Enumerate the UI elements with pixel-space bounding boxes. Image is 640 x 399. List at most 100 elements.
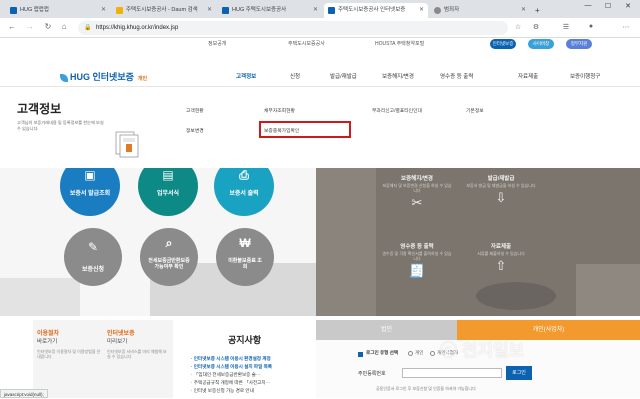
login-option-radio-1[interactable] (408, 351, 413, 356)
guide-procedure[interactable]: 이용절차 바로가기 인터넷보증 이용절차 및 이용방법을 안내합니다 (37, 328, 101, 359)
notice-text: · 인터넷보증 시스템 이용시 설치 파일 목록 (191, 364, 273, 369)
submenu-basic-info[interactable]: 기본정보 (466, 107, 484, 114)
guide-desc: 인터넷보증 서비스를 미리 체험해 보실 수 있습니다 (107, 349, 167, 359)
printer-icon: ⎙ (239, 168, 249, 182)
quick-return-check[interactable]: ⌕ 전세보증금반환보증 가능여부 확인 (140, 228, 198, 286)
section-title: 고객정보 (17, 102, 62, 116)
tab-favicon-icon (434, 7, 441, 14)
hug-logo-icon (60, 73, 68, 82)
profile-icon[interactable]: ● (585, 23, 597, 30)
service-issue[interactable]: 발급/재발급 보증서 발급 및 재발급을 하실 수 있습니다 ⇩ (466, 174, 536, 206)
guide-preview[interactable]: 인터넷보증 미리보기 인터넷보증 서비스를 미리 체험해 보실 수 있습니다 (107, 328, 169, 359)
tab-favicon-icon (328, 7, 335, 14)
star-icon[interactable]: ☆ (512, 23, 524, 31)
quick-label: 업무서식 (156, 191, 180, 197)
tab-favicon-icon (222, 7, 229, 14)
top-button-cyber[interactable]: 사이버창 (528, 39, 554, 49)
service-title: 자료제출 (490, 244, 512, 250)
login-help-text: 공동인증서 로그인 후 보증신청 및 인증을 하셔야 가능합니다 (376, 386, 476, 391)
close-window-icon[interactable]: ✕ (618, 2, 638, 10)
menu-icon[interactable]: ⋯ (620, 23, 632, 31)
site-logo[interactable]: HUG 인터넷보증 개인 (60, 70, 147, 83)
extensions-icon[interactable]: ⚙ (530, 23, 542, 31)
login-tab-corporate[interactable]: 법인 (316, 320, 457, 340)
service-submit[interactable]: 자료제출 서류를 제출하실 수 있습니다 ⇧ (466, 242, 536, 274)
highlight-box (259, 121, 351, 138)
notice-text: · 주택공급규칙 개정에 따른 「사전고지··· (191, 380, 271, 385)
login-type-checkbox[interactable] (358, 352, 363, 357)
browser-tab-5[interactable]: 범죄자 ✕ (430, 3, 530, 18)
browser-tab-1[interactable]: HUG 럽럽럽 ✕ (6, 3, 110, 18)
won-icon: ₩ (239, 236, 251, 250)
browser-tab-4-active[interactable]: 주택도시보증공사 인터넷보증 ✕ (324, 3, 428, 18)
minimize-icon[interactable]: — (578, 2, 598, 9)
maximize-icon[interactable]: ☐ (598, 2, 618, 10)
reload-icon[interactable]: ↻ (42, 22, 54, 31)
forward-icon[interactable]: → (24, 22, 36, 31)
login-button[interactable]: 로그인 (506, 366, 532, 380)
new-tab-button[interactable]: + (532, 3, 546, 18)
tab-close-icon[interactable]: ✕ (207, 3, 212, 18)
gnb-claim[interactable]: 보증이행청구 (570, 72, 600, 80)
submenu-info-change[interactable]: 정보변경 (186, 127, 204, 134)
browser-tab-2[interactable]: 주택도시보증공사 - Daum 검색 ✕ (112, 3, 216, 18)
id-input[interactable] (402, 368, 502, 378)
top-link-info[interactable]: 정보공개 (208, 40, 226, 47)
form-icon: ✎ (87, 240, 99, 254)
section-description: 고객님의 보증거래내용 및 등록정보를 한눈에 보실 수 있습니다. (17, 120, 104, 131)
tab-close-icon[interactable]: ✕ (313, 3, 318, 18)
logo-sub: 개인 (137, 76, 148, 82)
address-bar-row: ← → ↻ ⌂ 🔒 https://khig.khug.or.kr/index.… (0, 18, 640, 38)
quick-apply[interactable]: ✎ 보증신청 (64, 228, 122, 286)
tab-title: 범죄자 (444, 7, 460, 13)
tab-favicon-icon (10, 7, 17, 14)
search-doc-icon: ⌕ (165, 236, 173, 250)
gnb-issue[interactable]: 발급/재발급 (330, 72, 357, 80)
service-desc: 영수증 및 각종 확인서를 출력하실 수 있습니다 (382, 251, 452, 261)
upload-icon: ⇧ (495, 258, 507, 273)
quick-refund[interactable]: ₩ 미환불보증료 조회 (216, 228, 274, 286)
gnb-cancel-change[interactable]: 보증해지/변경 (382, 72, 414, 80)
url-text: https://khig.khug.or.kr/index.jsp (96, 25, 179, 31)
tab-title: 주택도시보증공사 - Daum 검색 (126, 7, 198, 13)
submenu-report[interactable]: 부과리신고/별표타인인대 (372, 107, 422, 114)
browser-tab-3[interactable]: HUG 주택도시보증공사 ✕ (218, 3, 322, 18)
gnb-customer-info[interactable]: 고객정보 (236, 72, 256, 80)
guide-title: 이용절차 (37, 331, 60, 337)
service-title: 영수증 등 출력 (400, 244, 434, 250)
top-link-housta[interactable]: HOUSTA 주택청약포털 (375, 40, 424, 47)
submenu-customer-status[interactable]: 고객현황 (186, 107, 204, 114)
service-desc: 보증서 발급 및 재발급을 하실 수 있습니다 (466, 183, 536, 188)
back-icon[interactable]: ← (6, 22, 18, 31)
tab-close-icon[interactable]: ✕ (419, 3, 424, 18)
service-cancel-change[interactable]: 보증해지/변경 보증해지 및 보증변경 신청을 하실 수 있습니다 ✂ (382, 174, 452, 211)
home-icon[interactable]: ⌂ (58, 22, 70, 31)
url-input[interactable]: 🔒 https://khig.khug.or.kr/index.jsp (78, 21, 508, 35)
document-stack-icon (115, 131, 139, 158)
gnb-submit[interactable]: 자료제출 (518, 72, 538, 80)
collections-icon[interactable]: ☰ (560, 23, 572, 31)
notice-item[interactable]: · 인터넷보증 시스템 이용시 설치 파일 목록 (191, 364, 272, 370)
login-option-1-label: 개인 (415, 350, 424, 355)
services-panel: 보증해지/변경 보증해지 및 보증변경 신청을 하실 수 있습니다 ✂ 발급/재… (316, 168, 640, 316)
top-button-gov[interactable]: 정부지원 (566, 39, 592, 49)
logo-text: HUG 인터넷보증 (70, 72, 134, 82)
submenu-debtor-status[interactable]: 채무자조회현황 (264, 107, 295, 114)
watermark-logo: ⓒ 천지일보 (440, 341, 525, 360)
service-receipt[interactable]: 영수증 등 출력 영수증 및 각종 확인서를 출력하실 수 있습니다 🧾 (382, 242, 452, 279)
guide-desc: 인터넷보증 이용절차 및 이용방법을 안내합니다 (37, 349, 101, 359)
notice-item[interactable]: · 주택공급규칙 개정에 따른 「사전고지··· (191, 380, 270, 386)
notice-item[interactable]: · 「임대인 전세보증금반환보증 술··· (191, 372, 260, 378)
tab-close-icon[interactable]: ✕ (521, 3, 526, 18)
tab-close-icon[interactable]: ✕ (101, 3, 106, 18)
login-type-label: 로그인 유형 선택 (366, 350, 399, 355)
notice-item[interactable]: · 인터넷보증 시스템 이용시 환경설정 계정 (191, 356, 271, 362)
gnb-receipt[interactable]: 영수증 등 출력 (440, 72, 473, 80)
gnb-apply[interactable]: 신청 (290, 72, 300, 80)
quick-guide-panel: 이용절차 바로가기 인터넷보증 이용절차 및 이용방법을 안내합니다 인터넷보증… (33, 320, 173, 398)
top-button-internet-guarantee[interactable]: 인터넷보증 (490, 39, 516, 49)
login-option-radio-2[interactable] (430, 351, 435, 356)
notice-item[interactable]: · 인터넷 보증신청 가능 경로 안내 (191, 388, 254, 394)
top-link-hug[interactable]: 주택도시보증공사 (288, 40, 325, 47)
certificate-icon: ▣ (84, 168, 96, 182)
